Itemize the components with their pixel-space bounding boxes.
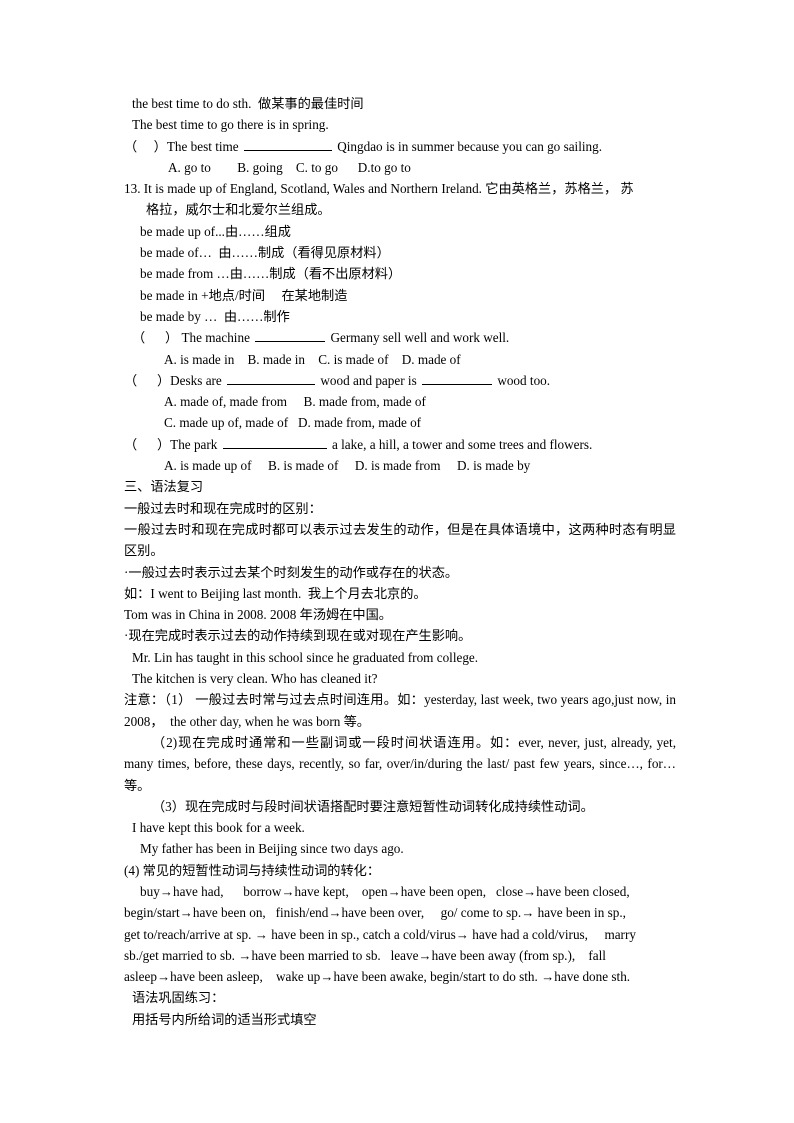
grammar-example-mr-lin: Mr. Lin has taught in this school since …: [132, 649, 479, 665]
question-desks-paper: （ ）Desks are wood and paper is wood too.: [124, 370, 676, 391]
options-machine-germany[interactable]: A. is made in B. made in C. is made of D…: [164, 349, 676, 370]
grammar-example-father-beijing: My father has been in Beijing since two …: [140, 841, 404, 857]
grammar-point-present-perfect: ·现在完成时表示过去的动作持续到现在或对现在产生影响。: [124, 628, 472, 644]
question-stem-after: wood too.: [494, 372, 551, 388]
grammar-subheading: 一般过去时和现在完成时的区别：: [124, 500, 322, 516]
question-machine-germany: （ ） The machine Germany sell well and wo…: [132, 327, 676, 348]
document-content: the best time to do sth. 做某事的最佳时间 The be…: [124, 93, 676, 1030]
question-the-park: （ ）The park a lake, a hill, a tower and …: [124, 434, 676, 455]
verb-conversions-line-5: asleep→have been asleep, wake up→have be…: [124, 969, 631, 985]
grammar-intro: 一般过去时和现在完成时都可以表示过去发生的动作，但是在具体语境中，这两种时态有明…: [124, 521, 676, 559]
grammar-example-kept-book: I have kept this book for a week.: [132, 820, 305, 836]
verb-conversions-line-1: buy→have had, borrow→have kept, open→hav…: [140, 883, 630, 899]
fill-in-blank-1[interactable]: [227, 371, 316, 385]
phrase-best-time-to-do: the best time to do sth. 做某事的最佳时间: [132, 96, 364, 111]
grammar-note-3: （3）现在完成时与段时间状语搭配时要注意短暂性动词转化成持续性动词。: [152, 798, 594, 814]
grammar-note-1: 注意：（1） 一般过去时常与过去点时间连用。如：yesterday, last …: [124, 692, 680, 729]
phrase-be-made-from: be made from …由……制成（看不出原材料）: [140, 266, 402, 282]
item-13-sentence: 13. It is made up of England, Scotland, …: [124, 178, 676, 199]
answer-bracket[interactable]: （ ）: [132, 330, 178, 345]
fill-in-blank[interactable]: [243, 137, 332, 151]
verb-conversions-line-4: sb./get married to sb. →have been marrie…: [124, 947, 606, 963]
fill-in-blank-2[interactable]: [422, 371, 493, 385]
grammar-section-heading: 三、语法复习: [124, 479, 204, 495]
grammar-note-4: (4) 常见的短暂性动词与持续性动词的转化：: [124, 862, 381, 878]
question-stem-before: Desks are: [170, 372, 226, 388]
grammar-note-2: （2)现在完成时通常和一些副词或一段时间状语连用。如：ever, never, …: [124, 734, 680, 793]
item-13-text: It is made up of England, Scotland, Wale…: [143, 181, 634, 197]
grammar-example-tom-china: Tom was in China in 2008. 2008 年汤姆在中国。: [124, 607, 392, 623]
grammar-example-kitchen: The kitchen is very clean. Who has clean…: [132, 671, 378, 687]
question-stem-before: The best time: [166, 138, 242, 154]
verb-conversions-line-2: begin/start→have been on, finish/end→hav…: [124, 905, 626, 921]
answer-bracket[interactable]: （ ）: [124, 437, 170, 452]
question-stem-after: Qingdao is in summer because you can go …: [333, 138, 603, 154]
question-stem-after: a lake, a hill, a tower and some trees a…: [328, 436, 593, 452]
answer-bracket[interactable]: （ ）: [124, 139, 167, 154]
phrase-be-made-in: be made in +地点/时间 在某地制造: [140, 287, 348, 303]
phrase-be-made-up-of: be made up of...由……组成: [140, 223, 291, 239]
question-stem-before: The park: [170, 436, 221, 452]
practice-heading: 语法巩固练习：: [132, 990, 225, 1006]
question-stem-after: Germany sell well and work well.: [327, 330, 510, 346]
options-the-park[interactable]: A. is made up of B. is made of D. is mad…: [164, 455, 676, 476]
verb-conversions-line-3: get to/reach/arrive at sp. → have been i…: [124, 926, 636, 942]
answer-bracket[interactable]: （ ）: [124, 373, 170, 388]
phrase-be-made-by: be made by … 由……制作: [140, 308, 290, 324]
grammar-example-beijing: 如：I went to Beijing last month. 我上个月去北京的…: [124, 585, 427, 601]
practice-instruction: 用括号内所给词的适当形式填空: [132, 1011, 317, 1027]
question-stem-mid: wood and paper is: [317, 372, 421, 388]
options-desks-paper-2[interactable]: C. made up of, made of D. made from, mad…: [164, 412, 676, 433]
item-13-sentence-continued: 格拉，威尔士和北爱尔兰组成。: [146, 202, 331, 218]
options-best-time-qingdao[interactable]: A. go to B. going C. to go D.to go to: [168, 157, 676, 178]
question-best-time-qingdao: （ ）The best time Qingdao is in summer be…: [124, 136, 676, 157]
fill-in-blank[interactable]: [222, 435, 327, 449]
phrase-be-made-of: be made of… 由……制成（看得见原材料）: [140, 245, 390, 261]
document-page: the best time to do sth. 做某事的最佳时间 The be…: [0, 0, 794, 1123]
example-best-time-spring: The best time to go there is in spring.: [132, 117, 329, 133]
options-desks-paper-1[interactable]: A. made of, made from B. made from, made…: [164, 391, 676, 412]
item-13-number: 13.: [124, 181, 141, 197]
grammar-point-simple-past: ·一般过去时表示过去某个时刻发生的动作或存在的状态。: [124, 564, 459, 580]
question-stem-before: The machine: [178, 330, 254, 346]
fill-in-blank[interactable]: [255, 329, 326, 343]
